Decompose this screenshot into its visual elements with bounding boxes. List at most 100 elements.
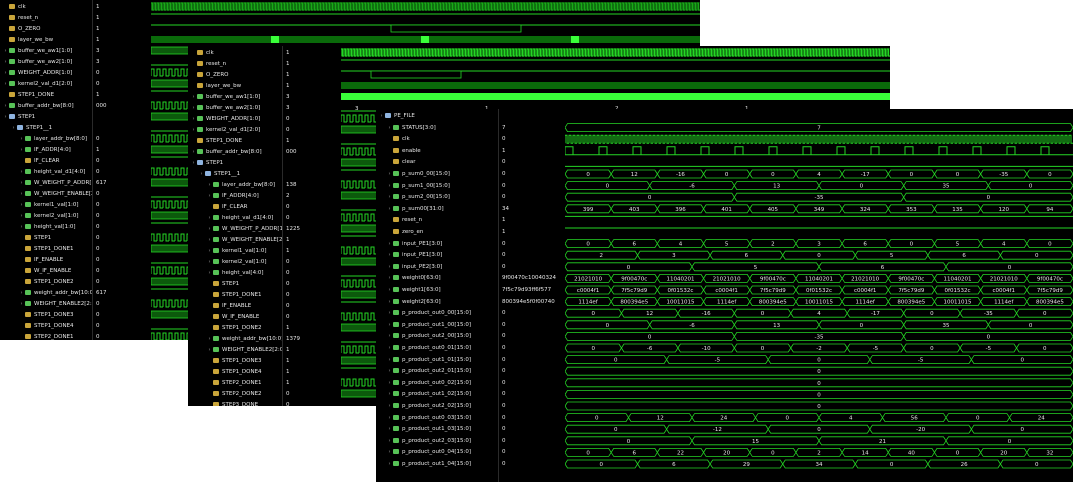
expand-chevron-icon[interactable]: › — [386, 343, 393, 354]
signal-row[interactable]: STEP1 — [0, 233, 92, 244]
expand-chevron-icon[interactable]: › — [206, 257, 213, 268]
expand-chevron-icon[interactable]: › — [206, 180, 213, 191]
expand-chevron-icon[interactable]: › — [2, 46, 9, 57]
signal-row[interactable]: › input_PE1[3:0] — [376, 239, 498, 250]
expand-chevron-icon[interactable]: › — [190, 125, 197, 136]
expand-chevron-icon[interactable]: › — [206, 191, 213, 202]
expand-chevron-icon[interactable]: › — [386, 378, 393, 389]
signal-row[interactable]: › WEIGHT_ADDR[1:0] — [188, 114, 282, 125]
signal-row[interactable]: W_IF_ENABLE — [0, 266, 92, 277]
expand-chevron-icon[interactable]: › — [386, 273, 393, 284]
expand-chevron-icon[interactable]: › — [386, 285, 393, 296]
signal-row[interactable]: enable — [376, 146, 498, 157]
signal-row[interactable]: › kernel2_val[1:0] — [188, 257, 282, 268]
expand-chevron-icon[interactable]: › — [190, 147, 197, 158]
signal-row[interactable]: › weight2[63:0] — [376, 297, 498, 308]
signal-row[interactable]: › p_product_out1_00[15:0] — [376, 320, 498, 331]
signal-row[interactable]: STEP2_DONE1 — [0, 332, 92, 340]
expand-chevron-icon[interactable]: › — [18, 211, 25, 222]
signal-row[interactable]: clk — [376, 134, 498, 145]
signal-row[interactable]: › height_val[1:0] — [0, 222, 92, 233]
expand-chevron-icon[interactable]: › — [18, 134, 25, 145]
expand-chevron-icon[interactable]: › — [198, 169, 205, 180]
signal-row[interactable]: reset_n — [376, 215, 498, 226]
signal-row[interactable]: clk — [188, 48, 282, 59]
signal-row[interactable]: › p_sum1_00[15:0] — [376, 181, 498, 192]
waveform-area[interactable]: 7 0 12 -16 0 0 4 -17 0 0 -35 0 0 -6 13 0 35 0 0 -35 0 399 403 3… — [564, 109, 1073, 482]
signal-row[interactable]: STEP2_DONE1 — [188, 378, 282, 389]
expand-chevron-icon[interactable]: › — [2, 79, 9, 90]
expand-chevron-icon[interactable]: › — [2, 57, 9, 68]
expand-chevron-icon[interactable]: › — [386, 447, 393, 458]
signal-row[interactable]: › WEIGHT_ADDR[1:0] — [0, 68, 92, 79]
signal-row[interactable]: › p_product_out0_01[15:0] — [376, 343, 498, 354]
signal-row[interactable]: › weight_addr_bw[10:0] — [0, 288, 92, 299]
expand-chevron-icon[interactable]: › — [386, 239, 393, 250]
signal-row[interactable]: › IF_ADDR[4:0] — [0, 145, 92, 156]
signal-row[interactable]: › p_product_out0_03[15:0] — [376, 413, 498, 424]
signal-row[interactable]: › STEP1 — [0, 112, 92, 123]
signal-row[interactable]: › p_product_out2_01[15:0] — [376, 366, 498, 377]
signal-row[interactable]: › buffer_we_aw1[1:0] — [188, 92, 282, 103]
signal-row[interactable]: › p_product_out2_02[15:0] — [376, 401, 498, 412]
expand-chevron-icon[interactable]: › — [386, 308, 393, 319]
expand-chevron-icon[interactable]: › — [206, 268, 213, 279]
signal-row[interactable]: › WEIGHT_ENABLE2[2:0] — [0, 299, 92, 310]
signal-row[interactable]: › kernel2_val_d1[2:0] — [188, 125, 282, 136]
signal-row[interactable]: IF_CLEAR — [0, 156, 92, 167]
signal-row[interactable]: › W_WEIGHT_P_ADDR[15:0] — [188, 224, 282, 235]
signal-row[interactable]: IF_ENABLE — [188, 301, 282, 312]
signal-row[interactable]: zero_en — [376, 227, 498, 238]
expand-chevron-icon[interactable]: › — [206, 334, 213, 345]
signal-row[interactable]: › height_val[4:0] — [188, 268, 282, 279]
expand-chevron-icon[interactable]: › — [190, 92, 197, 103]
signal-row[interactable]: › layer_addr_bw[8:0] — [188, 180, 282, 191]
signal-row[interactable]: › PE_FILE — [376, 111, 498, 122]
signal-row[interactable]: › WEIGHT_ENABLE2[2:0] — [188, 345, 282, 356]
signal-row[interactable]: reset_n — [188, 59, 282, 70]
signal-row[interactable]: › STEP1 — [188, 158, 282, 169]
signal-row[interactable]: › input_PE2[3:0] — [376, 262, 498, 273]
signal-row[interactable]: STEP1_DONE — [188, 136, 282, 147]
signal-row[interactable]: › IF_ADDR[4:0] — [188, 191, 282, 202]
signal-row[interactable]: › W_WEIGHT_P_ADDR[15:0] — [0, 178, 92, 189]
signal-row[interactable]: › p_sum00[31:0] — [376, 204, 498, 215]
signal-row[interactable]: O_ZERO — [188, 70, 282, 81]
signal-row[interactable]: › p_product_out1_02[15:0] — [376, 389, 498, 400]
expand-chevron-icon[interactable]: › — [386, 413, 393, 424]
expand-chevron-icon[interactable]: › — [206, 235, 213, 246]
expand-chevron-icon[interactable]: › — [386, 192, 393, 203]
signal-row[interactable]: › kernel1_val[1:0] — [0, 200, 92, 211]
signal-row[interactable]: › W_WEIGHT_ENABLE[2:0] — [0, 189, 92, 200]
expand-chevron-icon[interactable]: › — [386, 297, 393, 308]
expand-chevron-icon[interactable]: › — [386, 355, 393, 366]
signal-row[interactable]: › height_val_d1[4:0] — [188, 213, 282, 224]
expand-chevron-icon[interactable]: › — [2, 112, 9, 123]
signal-row[interactable]: › p_product_out2_00[15:0] — [376, 331, 498, 342]
expand-chevron-icon[interactable]: › — [2, 68, 9, 79]
expand-chevron-icon[interactable]: › — [386, 401, 393, 412]
signal-row[interactable]: › buffer_we_aw1[1:0] — [0, 46, 92, 57]
signal-row[interactable]: STEP1 — [188, 279, 282, 290]
signal-row[interactable]: STEP1_DONE4 — [0, 321, 92, 332]
signal-row[interactable]: › kernel1_val[1:0] — [188, 246, 282, 257]
expand-chevron-icon[interactable]: › — [18, 222, 25, 233]
signal-row[interactable]: › weight0[63:0] — [376, 273, 498, 284]
expand-chevron-icon[interactable]: › — [386, 181, 393, 192]
signal-row[interactable]: STEP1_DONE2 — [188, 323, 282, 334]
expand-chevron-icon[interactable]: › — [18, 189, 25, 200]
expand-chevron-icon[interactable]: › — [18, 145, 25, 156]
signal-row[interactable]: › STATUS[3:0] — [376, 123, 498, 134]
signal-row[interactable]: IF_CLEAR — [188, 202, 282, 213]
expand-chevron-icon[interactable]: › — [386, 424, 393, 435]
signal-row[interactable]: › input_PE1[3:0] — [376, 250, 498, 261]
signal-row[interactable]: clk — [0, 2, 92, 13]
signal-row[interactable]: clear — [376, 157, 498, 168]
expand-chevron-icon[interactable]: › — [378, 111, 385, 122]
signal-row[interactable]: › buffer_we_aw2[1:0] — [188, 103, 282, 114]
signal-row[interactable]: STEP1_DONE1 — [0, 244, 92, 255]
expand-chevron-icon[interactable]: › — [206, 246, 213, 257]
signal-row[interactable]: › kernel2_val_d1[2:0] — [0, 79, 92, 90]
signal-row[interactable]: › height_val_d1[4:0] — [0, 167, 92, 178]
signal-row[interactable]: layer_we_bw — [188, 81, 282, 92]
